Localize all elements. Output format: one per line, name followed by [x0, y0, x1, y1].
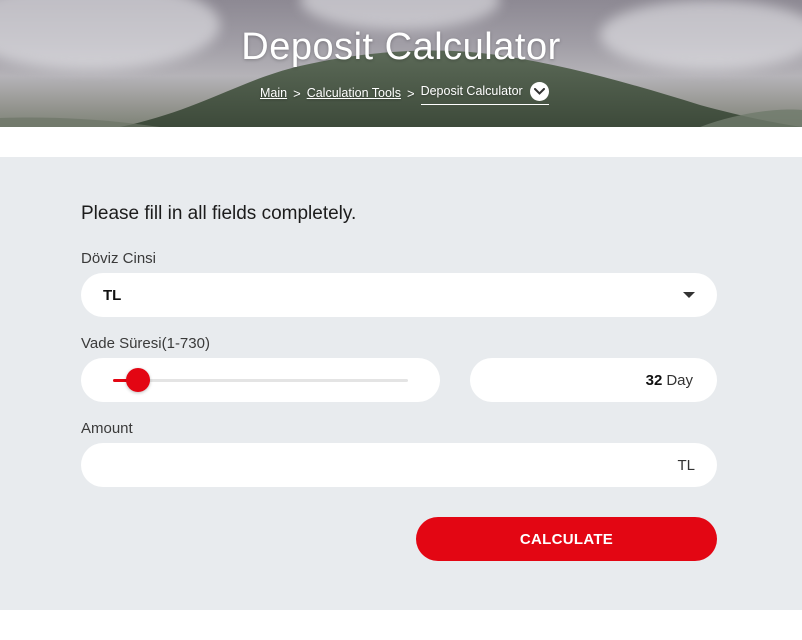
amount-input[interactable]: [103, 456, 674, 474]
amount-field-wrapper: TL: [81, 443, 717, 487]
term-slider[interactable]: [81, 358, 440, 402]
term-days-field[interactable]: 32 Day: [470, 358, 717, 402]
term-days-unit: Day: [666, 371, 693, 389]
slider-track[interactable]: [113, 379, 408, 382]
amount-currency: TL: [677, 456, 695, 474]
caret-down-icon: [683, 292, 695, 298]
breadcrumb-link-calculation-tools[interactable]: Calculation Tools: [307, 86, 401, 100]
currency-select-value: TL: [103, 286, 122, 304]
hero-banner: Deposit Calculator Main > Calculation To…: [0, 0, 802, 127]
page-title: Deposit Calculator: [241, 26, 561, 68]
amount-label: Amount: [81, 420, 133, 437]
currency-label: Döviz Cinsi: [81, 250, 157, 267]
breadcrumb-separator: >: [406, 85, 415, 101]
breadcrumb-separator: >: [293, 85, 301, 101]
breadcrumb: Main > Calculation Tools > Deposit Calcu…: [260, 81, 549, 105]
breadcrumb-current-label: Deposit Calculator: [420, 84, 523, 98]
deposit-form-panel: Please fill in all fields completely. Dö…: [0, 157, 802, 610]
currency-select[interactable]: TL: [81, 273, 717, 317]
term-days-value: 32: [645, 371, 663, 389]
slider-handle[interactable]: [126, 368, 151, 392]
breadcrumb-current-dropdown[interactable]: Deposit Calculator: [420, 81, 549, 105]
calculate-button[interactable]: CALCULATE: [416, 517, 717, 561]
breadcrumb-link-main[interactable]: Main: [260, 86, 287, 100]
chevron-down-icon[interactable]: [529, 81, 549, 101]
form-instruction: Please fill in all fields completely.: [81, 203, 357, 224]
term-label: Vade Süresi(1-730): [81, 335, 210, 352]
